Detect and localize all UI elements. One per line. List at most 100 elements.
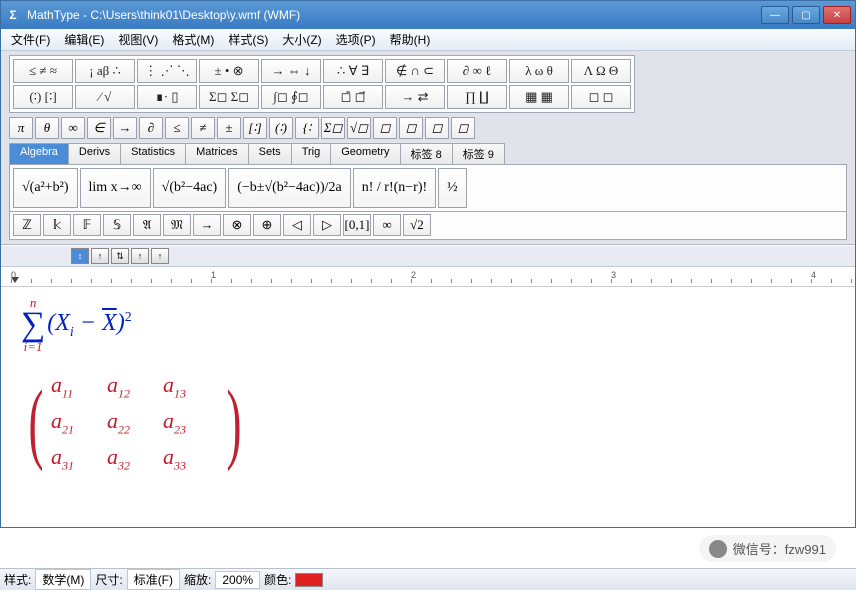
- symbol-btn-9[interactable]: [∶]: [243, 117, 267, 139]
- symbol-btn-1[interactable]: θ: [35, 117, 59, 139]
- palette-btn-1-1[interactable]: ⁄ √: [75, 85, 135, 109]
- palette-btn-0-7[interactable]: ∂ ∞ ℓ: [447, 59, 507, 83]
- palette-btn-0-4[interactable]: → ⇔ ↓: [261, 59, 321, 83]
- tab-geometry[interactable]: Geometry: [330, 143, 400, 164]
- symbol-btn-8[interactable]: ±: [217, 117, 241, 139]
- tab-derivs[interactable]: Derivs: [68, 143, 121, 164]
- maximize-button[interactable]: ▢: [792, 6, 820, 24]
- align-btn-2[interactable]: ↑: [91, 248, 109, 264]
- palette-btn-1-4[interactable]: ∫◻ ∮◻: [261, 85, 321, 109]
- symbol-btn-16[interactable]: ◻: [425, 117, 449, 139]
- status-color-swatch[interactable]: [295, 573, 323, 587]
- menu-help[interactable]: 帮助(H): [384, 29, 437, 50]
- palette-btn-0-2[interactable]: ⋮ ⋰ ⋱: [137, 59, 197, 83]
- tab-statistics[interactable]: Statistics: [120, 143, 186, 164]
- palette-btn-1-9[interactable]: ◻ ◻: [571, 85, 631, 109]
- tab-标签 9[interactable]: 标签 9: [452, 143, 505, 164]
- palette-btn-1-2[interactable]: ∎· ▯: [137, 85, 197, 109]
- symbol-btn-11[interactable]: {∶: [295, 117, 319, 139]
- template-1[interactable]: lim x→∞: [80, 168, 151, 208]
- template-2[interactable]: √(b²−4ac): [153, 168, 227, 208]
- symbol-btn-0[interactable]: π: [9, 117, 33, 139]
- sym-13[interactable]: √2: [403, 214, 431, 236]
- tab-trig[interactable]: Trig: [291, 143, 332, 164]
- palette-btn-1-3[interactable]: Σ◻ Σ◻: [199, 85, 259, 109]
- sym-2[interactable]: 𝔽: [73, 214, 101, 236]
- palette-btn-0-9[interactable]: Λ Ω Θ: [571, 59, 631, 83]
- status-size-value[interactable]: 标准(F): [127, 569, 180, 590]
- sym-4[interactable]: 𝔄: [133, 214, 161, 236]
- menu-format[interactable]: 格式(M): [166, 29, 220, 50]
- palette-btn-1-5[interactable]: ◻̄ ◻⃗: [323, 85, 383, 109]
- menu-view[interactable]: 视图(V): [112, 29, 164, 50]
- sym-1[interactable]: 𝕜: [43, 214, 71, 236]
- menu-edit[interactable]: 编辑(E): [58, 29, 110, 50]
- symbol-btn-15[interactable]: ◻: [399, 117, 423, 139]
- symbol-btn-5[interactable]: ∂: [139, 117, 163, 139]
- sym-8[interactable]: ⊕: [253, 214, 281, 236]
- sym-7[interactable]: ⊗: [223, 214, 251, 236]
- sym-6[interactable]: →: [193, 214, 221, 236]
- tab-sets[interactable]: Sets: [248, 143, 292, 164]
- matrix-cell-8[interactable]: a33: [163, 444, 219, 473]
- align-btn-3[interactable]: ⇅: [111, 248, 129, 264]
- symbol-btn-7[interactable]: ≠: [191, 117, 215, 139]
- align-btn-5[interactable]: ↑: [151, 248, 169, 264]
- tab-标签 8[interactable]: 标签 8: [400, 143, 453, 164]
- palette-btn-0-3[interactable]: ± • ⊗: [199, 59, 259, 83]
- palette-btn-0-1[interactable]: ¡ aβ ∴: [75, 59, 135, 83]
- matrix-cell-0[interactable]: a11: [51, 372, 107, 401]
- symbol-btn-17[interactable]: ◻: [451, 117, 475, 139]
- matrix-cell-7[interactable]: a32: [107, 444, 163, 473]
- equation-editor[interactable]: n ∑ i=1 (Xi − X)2 ( a11a12a13a21a22a23a3…: [1, 287, 855, 527]
- template-4[interactable]: n! / r!(n−r)!: [353, 168, 436, 208]
- menu-file[interactable]: 文件(F): [5, 29, 56, 50]
- symbol-btn-4[interactable]: →: [113, 117, 137, 139]
- sym-5[interactable]: 𝔐: [163, 214, 191, 236]
- symbol-btn-3[interactable]: ∈: [87, 117, 111, 139]
- menu-size[interactable]: 大小(Z): [276, 29, 327, 50]
- matrix-cell-6[interactable]: a31: [51, 444, 107, 473]
- matrix-cell-5[interactable]: a23: [163, 408, 219, 437]
- palette-btn-0-5[interactable]: ∴ ∀ ∃: [323, 59, 383, 83]
- matrix-cell-1[interactable]: a12: [107, 372, 163, 401]
- palette-btn-1-8[interactable]: ▦ ▦: [509, 85, 569, 109]
- sym-0[interactable]: ℤ: [13, 214, 41, 236]
- symbol-btn-14[interactable]: ◻: [373, 117, 397, 139]
- sym-9[interactable]: ◁: [283, 214, 311, 236]
- matrix-cell-2[interactable]: a13: [163, 372, 219, 401]
- template-3[interactable]: (−b±√(b²−4ac))/2a: [228, 168, 351, 208]
- align-btn-4[interactable]: ↑: [131, 248, 149, 264]
- minimize-button[interactable]: —: [761, 6, 789, 24]
- tab-algebra[interactable]: Algebra: [9, 143, 69, 164]
- sym-10[interactable]: ▷: [313, 214, 341, 236]
- tab-matrices[interactable]: Matrices: [185, 143, 249, 164]
- align-btn-1[interactable]: ↕: [71, 248, 89, 264]
- equation-matrix[interactable]: ( a11a12a13a21a22a23a31a32a33 ): [21, 369, 835, 477]
- palette-btn-1-0[interactable]: (∶) [∶]: [13, 85, 73, 109]
- palette-btn-0-6[interactable]: ∉ ∩ ⊂: [385, 59, 445, 83]
- template-5[interactable]: ½: [438, 168, 467, 208]
- symbol-btn-2[interactable]: ∞: [61, 117, 85, 139]
- menu-style[interactable]: 样式(S): [222, 29, 274, 50]
- palette-btn-0-0[interactable]: ≤ ≠ ≈: [13, 59, 73, 83]
- symbol-btn-12[interactable]: Σ◻: [321, 117, 345, 139]
- palette-btn-0-8[interactable]: λ ω θ: [509, 59, 569, 83]
- matrix-cell-3[interactable]: a21: [51, 408, 107, 437]
- status-zoom-value[interactable]: 200%: [215, 571, 260, 589]
- sym-12[interactable]: ∞: [373, 214, 401, 236]
- symbol-btn-10[interactable]: (∶): [269, 117, 293, 139]
- status-style-value[interactable]: 数学(M): [35, 569, 91, 590]
- equation-sum[interactable]: n ∑ i=1 (Xi − X)2: [21, 295, 835, 355]
- symbol-btn-6[interactable]: ≤: [165, 117, 189, 139]
- template-0[interactable]: √(a²+b²): [13, 168, 78, 208]
- close-button[interactable]: ✕: [823, 6, 851, 24]
- palette-btn-1-7[interactable]: ∏ ∐: [447, 85, 507, 109]
- matrix-cell-4[interactable]: a22: [107, 408, 163, 437]
- ruler[interactable]: 01234: [1, 267, 855, 287]
- sym-3[interactable]: 𝕊: [103, 214, 131, 236]
- symbol-btn-13[interactable]: √◻: [347, 117, 371, 139]
- menu-options[interactable]: 选项(P): [330, 29, 382, 50]
- palette-btn-1-6[interactable]: → ⇄: [385, 85, 445, 109]
- sym-11[interactable]: [0,1]: [343, 214, 371, 236]
